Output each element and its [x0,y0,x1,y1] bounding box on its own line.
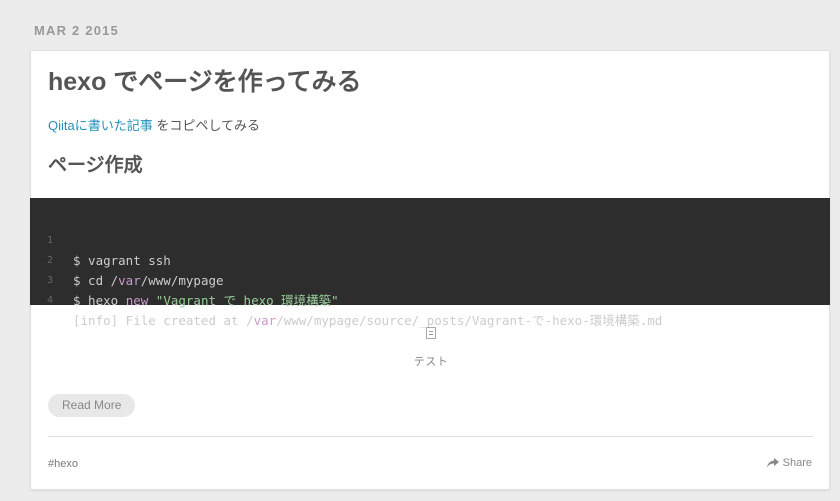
code-line: 4 [info] File created at /var/www/mypage… [30,271,830,328]
divider [48,436,813,437]
share-button[interactable]: Share [766,457,812,469]
share-arrow-icon [766,458,779,468]
read-more-button[interactable]: Read More [48,394,136,417]
code-line: 1 $ vagrant ssh [30,211,830,268]
qiita-article-link[interactable]: Qiitaに書いた記事 [48,118,153,133]
tag-link-hexo[interactable]: #hexo [48,458,78,470]
code-text: $ hexo new "Vagrant で hexo 環境構築" [73,293,339,308]
broken-image-icon [426,327,436,339]
post-image: テスト [31,326,831,369]
image-caption: テスト [413,356,449,368]
code-line: 3 $ hexo new "Vagrant で hexo 環境構築" [30,251,830,308]
code-block: 1 $ vagrant ssh 2 $ cd /var/www/mypage 3… [30,198,830,328]
intro-text: をコピペしてみる [152,118,260,133]
post-card: hexo でページを作ってみる Qiitaに書いた記事 をコピペしてみる ページ… [30,50,830,490]
post-date: MAR 2 2015 [34,23,119,38]
section-heading: ページ作成 [48,155,143,176]
code-line: 2 $ cd /var/www/mypage [30,231,830,288]
post-title[interactable]: hexo でページを作ってみる [48,65,362,99]
post-intro: Qiitaに書いた記事 をコピペしてみる [48,117,260,135]
share-label: Share [782,457,812,469]
line-number: 4 [47,295,54,306]
